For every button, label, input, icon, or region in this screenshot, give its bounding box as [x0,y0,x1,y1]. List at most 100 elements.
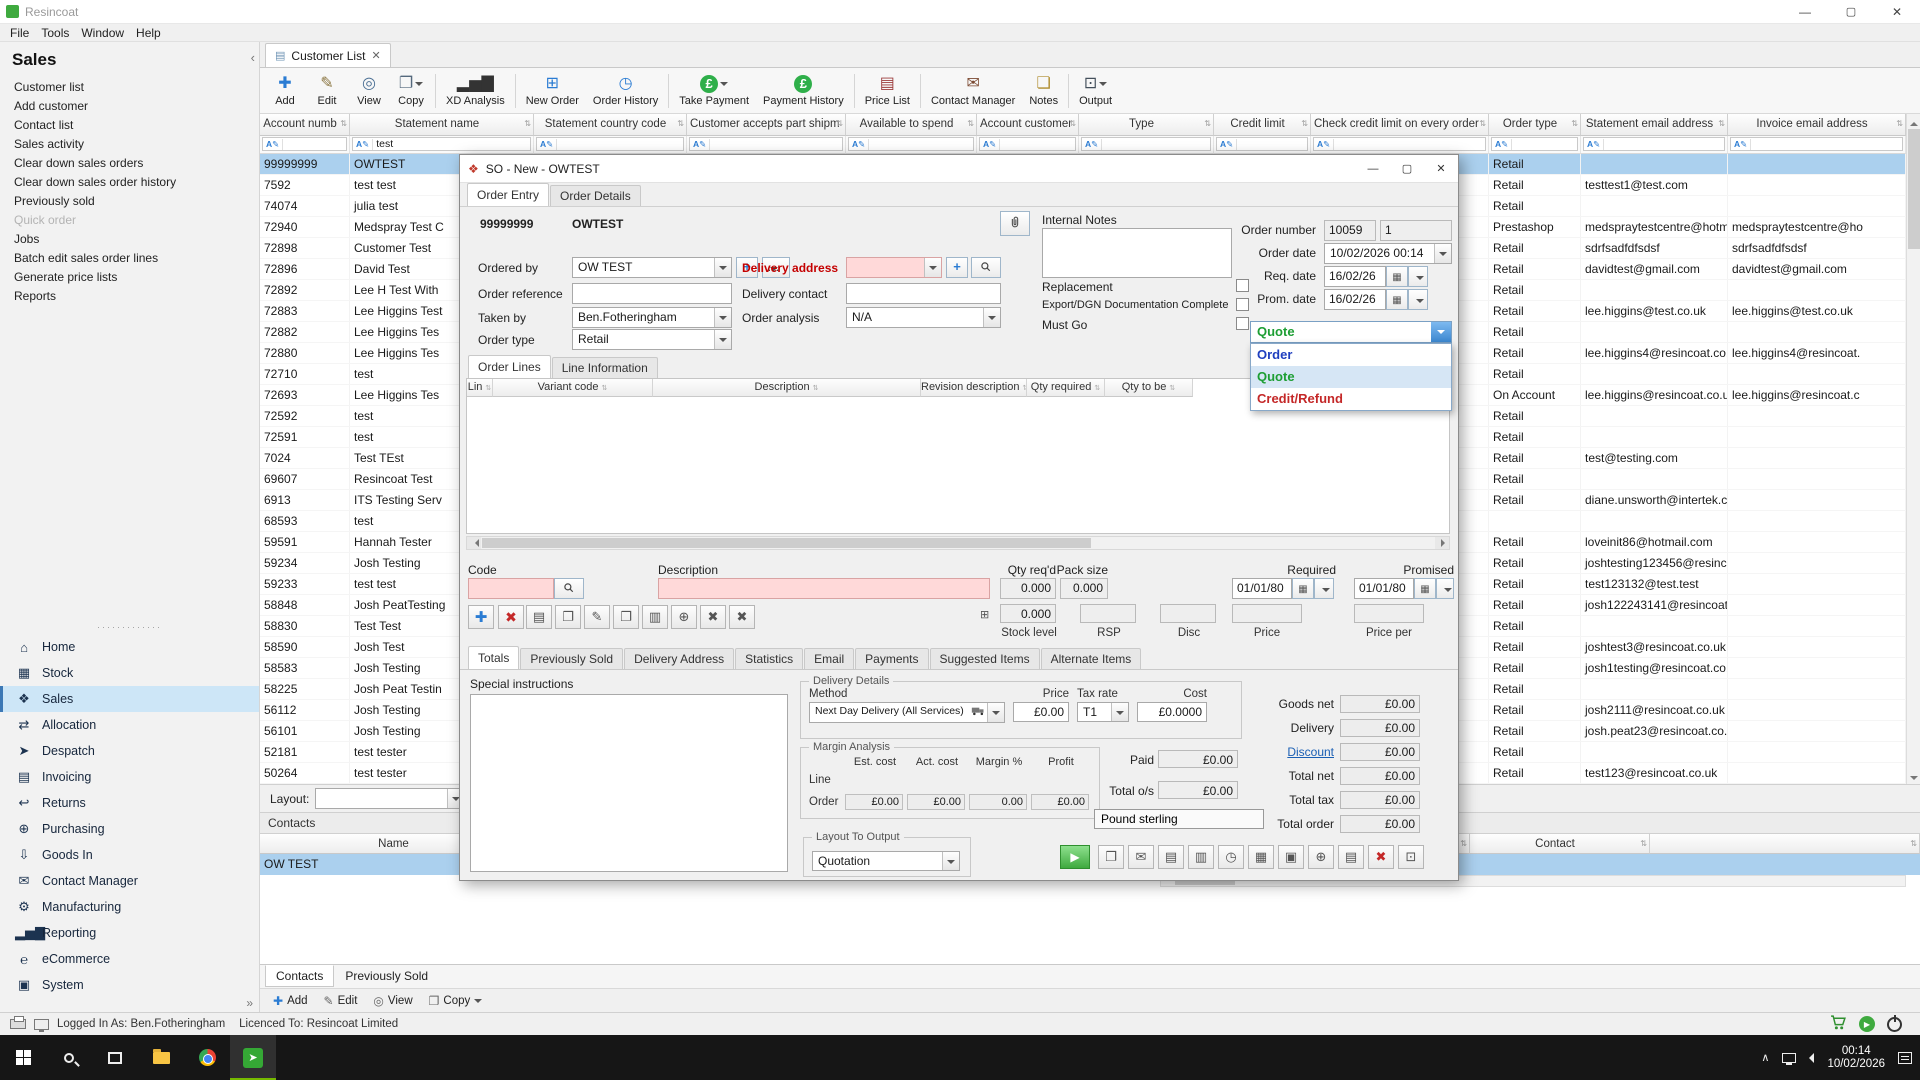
volume-icon[interactable] [1809,1053,1814,1063]
tab-previously-sold[interactable]: Previously Sold [334,965,439,987]
item-description-input[interactable] [658,578,990,599]
sidebar-link-quick-order[interactable]: Quick order [0,211,259,230]
delivery-contact-input[interactable] [846,283,1001,304]
scrollbar-thumb[interactable] [482,538,1091,548]
contacts-edit-button[interactable]: ✎ Edit [317,993,365,1009]
sidebar-link-add-customer[interactable]: Add customer [0,97,259,116]
calendar-icon[interactable] [1386,289,1408,310]
maximize-button[interactable] [1828,0,1874,24]
line-cancel-button[interactable]: ✖ [700,605,726,629]
order-history-button[interactable]: ◷ [1218,845,1244,869]
summary-label[interactable]: Goods net [1216,697,1340,711]
lines-column-header[interactable]: Revision description [921,379,1027,397]
start-button[interactable] [0,1035,46,1080]
status-option-credit-refund[interactable]: Credit/Refund [1251,388,1451,410]
column-filter-input[interactable] [848,137,974,151]
chrome-button[interactable] [184,1035,230,1080]
chevron-down-icon[interactable] [720,82,728,90]
summary-label[interactable]: Total tax [1216,793,1340,807]
dialog-tab-email[interactable]: Email [804,648,854,669]
internal-notes-input[interactable] [1042,228,1232,278]
chevron-down-icon[interactable] [1099,82,1107,90]
toolbar-output-button[interactable]: ⊡ Output [1072,70,1119,112]
sidebar-expand-icon[interactable] [246,996,253,1010]
resincoat-app-button[interactable] [230,1035,276,1080]
cart-icon[interactable] [1830,1014,1847,1034]
chevron-down-icon[interactable] [1431,322,1451,342]
status-option-quote[interactable]: Quote [1251,366,1451,388]
dialog-title-bar[interactable]: SO - New - OWTEST [460,155,1458,183]
line-add-related-button[interactable]: ⊕ [671,605,697,629]
lines-column-header[interactable]: Lin [467,379,493,397]
order-grid-button[interactable]: ▦ [1248,845,1274,869]
process-order-button[interactable] [1060,845,1090,869]
toolbar-payment-history-button[interactable]: £ Payment History [756,70,851,112]
dialog-tab-order-lines[interactable]: Order Lines [468,355,551,378]
output-layout-select[interactable]: Quotation [812,851,960,871]
delivery-method-select[interactable]: Next Day Delivery (All Services) [809,702,1005,723]
column-header[interactable]: Customer accepts part shipm [687,114,846,136]
menu-tools[interactable]: Tools [35,26,75,40]
chevron-down-icon[interactable] [714,258,731,277]
order-add-related-button[interactable]: ⊕ [1308,845,1334,869]
item-code-input[interactable] [468,578,554,599]
calendar-icon[interactable] [1386,266,1408,287]
column-header[interactable]: Statement name [350,114,534,136]
must-go-checkbox[interactable] [1236,317,1249,330]
promised-date-input[interactable]: 01/01/80 [1354,578,1414,599]
lines-column-header[interactable]: Qty to be [1105,379,1193,397]
nav-item-contact-manager[interactable]: ✉ Contact Manager [0,868,259,894]
layout-select[interactable] [315,788,465,809]
toolbar-notes-button[interactable]: ❏ Notes [1022,70,1065,112]
lines-horizontal-scrollbar[interactable] [466,536,1450,550]
order-reference-input[interactable] [572,283,732,304]
dialog-maximize-button[interactable] [1390,155,1424,183]
status-option-order[interactable]: Order [1251,344,1451,366]
order-print-button[interactable]: ⊡ [1398,845,1424,869]
order-email-button[interactable]: ✉ [1128,845,1154,869]
column-header[interactable]: Order type [1489,114,1581,136]
chevron-down-icon[interactable] [714,330,731,349]
toolbar-order-history-button[interactable]: ◷ Order History [586,70,665,112]
chevron-down-icon[interactable] [1111,703,1128,721]
menu-window[interactable]: Window [75,26,130,40]
order-document-button[interactable]: ▤ [1338,845,1364,869]
attachments-button[interactable] [1000,211,1030,236]
scrollbar-thumb[interactable] [1908,129,1920,249]
nav-item-invoicing[interactable]: ▤ Invoicing [0,764,259,790]
calendar-icon[interactable] [1414,578,1436,599]
nav-item-home[interactable]: ⌂ Home [0,634,259,660]
sidebar-link-sales-activity[interactable]: Sales activity [0,135,259,154]
req-date-input[interactable]: 16/02/26 [1324,266,1386,287]
printer-icon[interactable] [10,1019,26,1029]
column-header[interactable]: Type [1079,114,1214,136]
nav-item-returns[interactable]: ↩ Returns [0,790,259,816]
chevron-down-icon[interactable] [415,82,423,90]
column-header[interactable]: Account numb [260,114,350,136]
column-filter-input[interactable] [1491,137,1578,151]
column-filter-input[interactable] [979,137,1076,151]
chevron-down-icon[interactable] [714,308,731,327]
search-address-button[interactable] [971,257,1001,278]
calculator-icon[interactable]: ⊞ [980,608,989,621]
tab-contacts[interactable]: Contacts [265,965,334,987]
summary-label[interactable]: Delivery [1216,721,1340,735]
task-view-button[interactable] [92,1035,138,1080]
delivery-cost-input[interactable]: £0.0000 [1137,702,1207,722]
delivery-price-input[interactable]: £0.00 [1013,702,1069,722]
chevron-down-icon[interactable] [924,258,941,277]
special-instructions-input[interactable] [470,694,788,872]
nav-item-goods-in[interactable]: ⇩ Goods In [0,842,259,868]
column-filter-input[interactable]: test [352,137,531,151]
network-icon[interactable] [1782,1053,1796,1063]
column-header[interactable]: Available to spend [846,114,977,136]
menu-file[interactable]: File [4,26,35,40]
sidebar-link-clear-down-sales-orders[interactable]: Clear down sales orders [0,154,259,173]
column-filter-input[interactable] [1081,137,1211,151]
add-line-button[interactable]: ✚ [468,605,494,629]
column-filter-input[interactable] [1313,137,1486,151]
column-filter-input[interactable] [536,137,684,151]
summary-label[interactable]: Total net [1216,769,1340,783]
toolbar-price-list-button[interactable]: ▤ Price List [858,70,917,112]
toolbar-edit-button[interactable]: ✎ Edit [306,70,348,112]
